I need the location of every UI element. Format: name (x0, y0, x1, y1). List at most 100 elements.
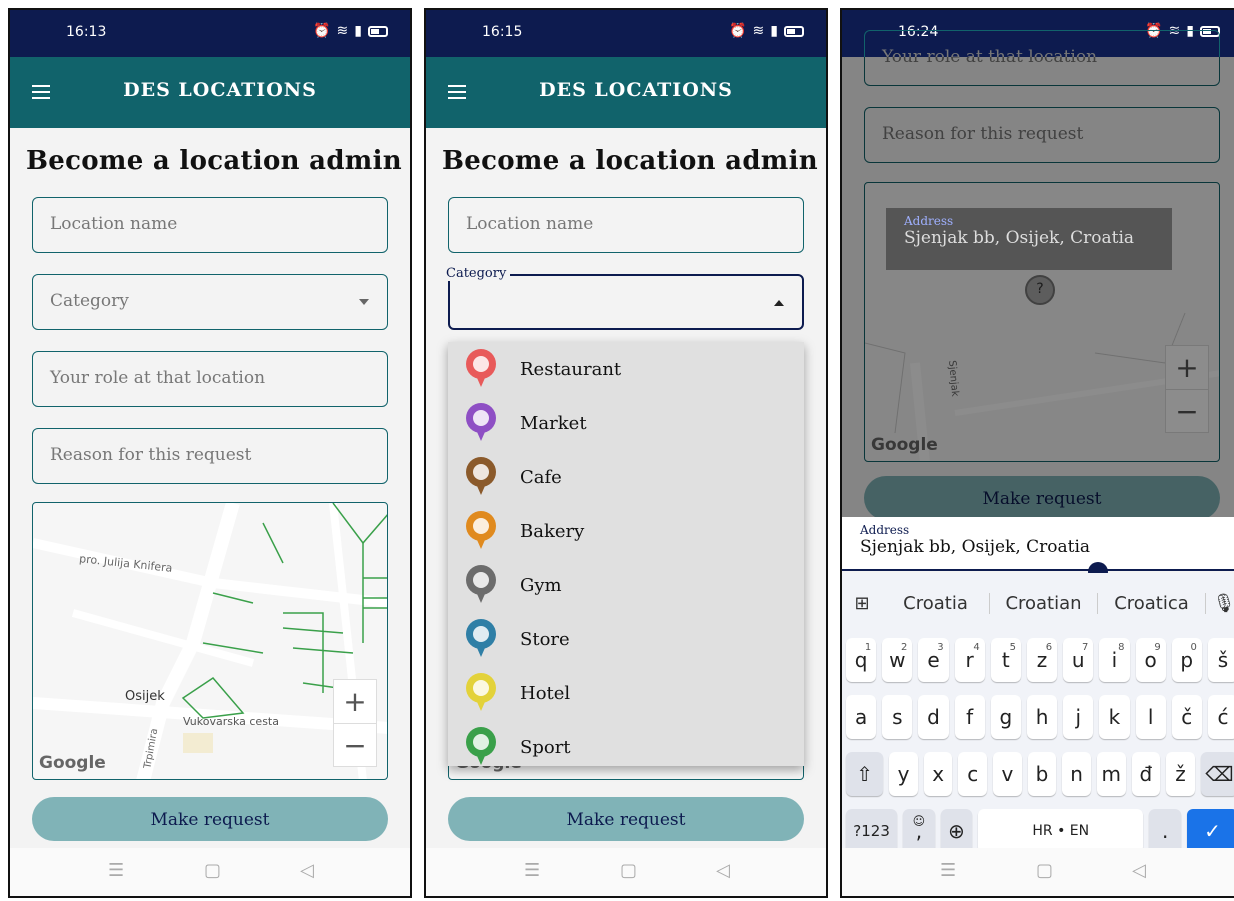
key-m[interactable]: m (1096, 752, 1126, 796)
enter-check-icon[interactable]: ✓ (1186, 809, 1234, 853)
key-c-acute[interactable]: ć (1207, 695, 1234, 739)
map-label-road: Vukovarska cesta (183, 715, 279, 728)
back-icon[interactable]: ◁ (300, 860, 314, 881)
address-input-value: Sjenjak bb, Osijek, Croatia (860, 537, 1091, 557)
key-i[interactable]: i8 (1099, 638, 1130, 682)
suggestion-1[interactable]: Croatia (882, 592, 990, 614)
app-bar: DES LOCATIONS (10, 57, 410, 128)
dim-overlay (842, 57, 1234, 517)
recents-icon[interactable]: ☰ (524, 860, 540, 881)
key-z-caron[interactable]: ž (1166, 752, 1195, 796)
apps-grid-icon[interactable]: ⊞ (842, 593, 882, 614)
google-logo: Google (39, 753, 106, 773)
key-w[interactable]: w2 (882, 638, 913, 682)
location-name-placeholder: Location name (50, 214, 178, 234)
tooltip-value: Sjenjak bb, Osijek, Croatia (904, 228, 1135, 248)
system-nav-bar: ☰ ▢ ◁ (10, 848, 410, 896)
zoom-in-button[interactable]: + (334, 680, 376, 724)
key-t[interactable]: t5 (990, 638, 1021, 682)
category-option-gym[interactable]: Gym (448, 558, 804, 612)
key-y[interactable]: y (889, 752, 918, 796)
key-p[interactable]: p0 (1171, 638, 1202, 682)
key-n[interactable]: n (1062, 752, 1091, 796)
make-request-button[interactable]: Make request (32, 797, 388, 841)
category-option-sport[interactable]: Sport (448, 720, 804, 766)
home-icon[interactable]: ▢ (620, 860, 637, 881)
backspace-key-icon[interactable]: ⌫ (1200, 752, 1234, 796)
status-bar: 16:13 ⏰ ≋ ▮ (10, 10, 410, 57)
key-s-caron[interactable]: š (1207, 638, 1234, 682)
key-c[interactable]: c (958, 752, 988, 796)
category-option-label: Hotel (520, 682, 571, 704)
location-name-placeholder: Location name (466, 214, 594, 234)
microphone-icon[interactable]: 🎙 (1206, 593, 1234, 614)
alarm-icon: ⏰ (313, 23, 331, 39)
key-d[interactable]: d (918, 695, 949, 739)
period-key[interactable]: . (1149, 809, 1181, 853)
key-o[interactable]: o9 (1135, 638, 1166, 682)
globe-key-icon[interactable]: ⊕ (940, 809, 973, 853)
key-c-caron[interactable]: č (1171, 695, 1202, 739)
hotel-icon (466, 673, 496, 713)
key-f[interactable]: f (954, 695, 985, 739)
category-option-cafe[interactable]: Cafe (448, 450, 804, 504)
category-option-label: Sport (520, 736, 571, 758)
key-r[interactable]: r4 (954, 638, 985, 682)
key-g[interactable]: g (990, 695, 1021, 739)
home-icon[interactable]: ▢ (204, 860, 221, 881)
location-name-input[interactable]: Location name (448, 197, 804, 253)
key-e[interactable]: e3 (918, 638, 949, 682)
category-select-open[interactable] (448, 274, 804, 330)
key-z[interactable]: z6 (1026, 638, 1058, 682)
space-key[interactable]: HR • EN (978, 809, 1144, 853)
key-j[interactable]: j (1063, 695, 1094, 739)
category-option-hotel[interactable]: Hotel (448, 666, 804, 720)
back-icon[interactable]: ◁ (1132, 860, 1146, 881)
page-title: Become a location admin (26, 146, 402, 176)
reason-input[interactable]: Reason for this request (32, 428, 388, 484)
key-v[interactable]: v (993, 752, 1022, 796)
key-s[interactable]: s (882, 695, 913, 739)
phone-screen-1: 16:13 ⏰ ≋ ▮ DES LOCATIONS Become a locat… (8, 8, 412, 898)
recents-icon[interactable]: ☰ (940, 860, 956, 881)
key-k[interactable]: k (1099, 695, 1130, 739)
suggestion-2[interactable]: Croatian (990, 592, 1098, 614)
location-name-input[interactable]: Location name (32, 197, 388, 253)
suggestion-3[interactable]: Croatica (1098, 592, 1206, 614)
bakery-icon (466, 511, 496, 551)
system-nav-bar: ☰ ▢ ◁ (426, 848, 826, 896)
battery-icon (368, 25, 388, 37)
emoji-comma-key[interactable]: ☺, (903, 809, 935, 853)
recents-icon[interactable]: ☰ (108, 860, 124, 881)
key-d-stroke[interactable]: đ (1131, 752, 1161, 796)
back-icon[interactable]: ◁ (716, 860, 730, 881)
key-h[interactable]: h (1026, 695, 1058, 739)
map-view[interactable]: pro. Julija Knifera Osijek Vukovarska ce… (32, 502, 388, 780)
key-q[interactable]: q1 (846, 638, 877, 682)
category-option-bakery[interactable]: Bakery (448, 504, 804, 558)
signal-icon: ▮ (770, 23, 778, 39)
category-option-label: Gym (520, 574, 562, 596)
keyboard-row-2: a s d f g h j k l č ć (846, 695, 1234, 739)
key-a[interactable]: a (846, 695, 877, 739)
category-option-restaurant[interactable]: Restaurant (448, 342, 804, 396)
category-option-market[interactable]: Market (448, 396, 804, 450)
zoom-out-button[interactable]: − (334, 724, 376, 767)
page-title: Become a location admin (442, 146, 818, 176)
shift-key-icon[interactable]: ⇧ (846, 752, 884, 796)
make-request-button[interactable]: Make request (448, 797, 804, 841)
symbols-key[interactable]: ?123 (846, 809, 898, 853)
keyboard-row-1: q1 w2 e3 r4 t5 z6 u7 i8 o9 p0 š (846, 638, 1234, 682)
address-input[interactable]: Address Sjenjak bb, Osijek, Croatia (842, 517, 1234, 571)
category-option-label: Cafe (520, 466, 562, 488)
wifi-icon: ≋ (752, 23, 765, 39)
key-l[interactable]: l (1135, 695, 1166, 739)
key-x[interactable]: x (923, 752, 953, 796)
key-u[interactable]: u7 (1063, 638, 1094, 682)
role-input[interactable]: Your role at that location (32, 351, 388, 407)
home-icon[interactable]: ▢ (1036, 860, 1053, 881)
zoom-controls: + − (333, 679, 377, 767)
key-b[interactable]: b (1027, 752, 1057, 796)
category-option-store[interactable]: Store (448, 612, 804, 666)
category-select[interactable]: Category (32, 274, 388, 330)
